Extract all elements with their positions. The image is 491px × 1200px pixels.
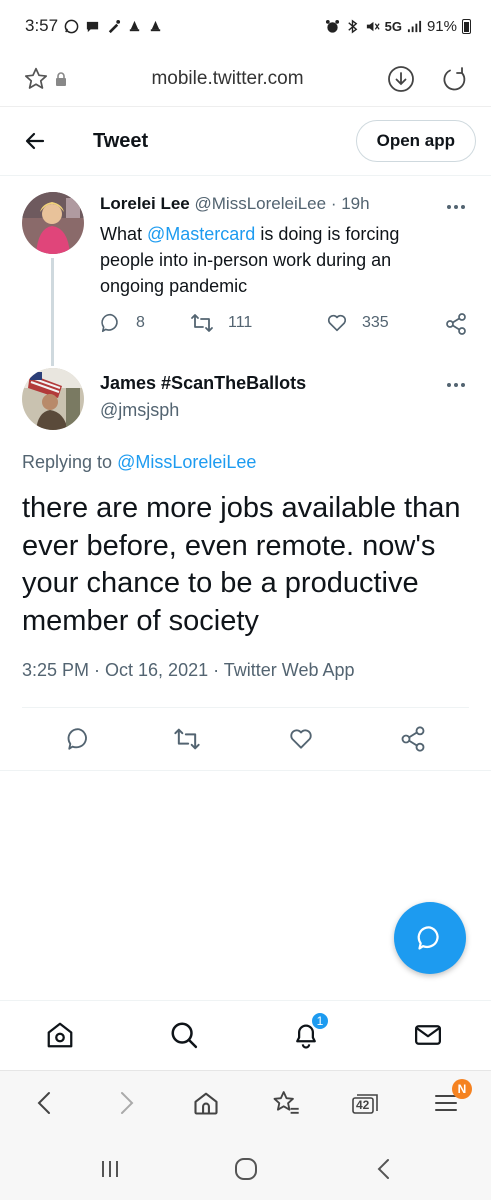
page-title: Tweet [93, 129, 149, 152]
parent-tweet-header: Lorelei Lee @MissLoreleiLee · 19h [100, 194, 370, 214]
reply-author-name[interactable]: James #ScanTheBallots [100, 373, 306, 394]
divider [22, 707, 469, 708]
alarm-bell-icon [127, 19, 142, 34]
back-button[interactable] [369, 1154, 399, 1184]
parent-author-name[interactable]: Lorelei Lee [100, 194, 190, 213]
home-icon [194, 1092, 218, 1115]
parent-author-handle[interactable]: @MissLoreleiLee [195, 194, 327, 213]
search-icon [171, 1022, 198, 1049]
browser-forward-button[interactable] [108, 1085, 144, 1121]
replying-to: Replying to @MissLoreleiLee [22, 452, 256, 473]
recent-apps-icon [102, 1161, 118, 1177]
nav-search[interactable] [166, 1017, 202, 1053]
parent-more-icon[interactable] [444, 195, 468, 219]
parent-text-prefix: What [100, 224, 148, 244]
pen-icon [106, 19, 121, 34]
status-bar: 3:57 5G 91% [0, 0, 491, 52]
compose-fab-button[interactable] [394, 902, 466, 974]
browser-address-bar: mobile.twitter.com [0, 52, 491, 106]
reply-author-handle[interactable]: @jmsjsph [100, 400, 179, 421]
avatar-james[interactable] [22, 368, 84, 430]
home-button[interactable] [231, 1154, 261, 1184]
reply-icon [67, 728, 87, 750]
battery-percent: 91% [426, 17, 457, 35]
nav-messages[interactable] [410, 1017, 446, 1053]
chevron-left-icon [37, 1092, 50, 1114]
battery-icon [462, 18, 471, 34]
share-icon [446, 313, 466, 335]
mute-icon [365, 19, 380, 34]
alarm-bell-icon-2 [148, 19, 163, 34]
retweet-icon [191, 314, 213, 332]
chevron-right-icon [121, 1092, 134, 1114]
browser-bottom-bar: 42 N [0, 1070, 491, 1134]
lock-icon [52, 63, 70, 95]
whatsapp-icon [64, 19, 79, 34]
parent-share-button[interactable] [444, 312, 468, 336]
notification-badge: 1 [310, 1011, 330, 1031]
parent-like-button[interactable]: 335 [326, 312, 389, 334]
thread-line [51, 258, 54, 366]
tweet-header: Tweet Open app [0, 106, 491, 176]
signal-icon [407, 19, 422, 34]
recent-apps-button[interactable] [95, 1154, 125, 1184]
share-icon [401, 726, 425, 752]
star-list-icon [273, 1091, 299, 1114]
tweet-timestamp[interactable]: 3:25 PM · Oct 16, 2021 · Twitter Web App [22, 660, 355, 681]
mastercard-mention-link[interactable]: @Mastercard [147, 224, 255, 244]
browser-back-button[interactable] [27, 1085, 63, 1121]
nav-notifications[interactable]: 1 [288, 1011, 330, 1053]
back-arrow-icon[interactable] [15, 121, 55, 161]
heart-icon [290, 729, 312, 749]
reply-button[interactable] [62, 722, 96, 756]
compose-bubble-icon [417, 926, 439, 950]
share-button[interactable] [396, 722, 430, 756]
download-icon[interactable] [385, 63, 417, 95]
url-field[interactable]: mobile.twitter.com [70, 68, 385, 90]
bookmark-star-icon[interactable] [20, 63, 52, 95]
browser-menu-button[interactable]: N [428, 1079, 472, 1121]
bluetooth-icon [345, 18, 360, 34]
retweet-button[interactable] [170, 722, 204, 756]
browser-tabs-button[interactable]: 42 [347, 1085, 383, 1121]
avatar-lorelei[interactable] [22, 192, 84, 254]
parent-reply-button[interactable]: 8 [100, 312, 145, 334]
replying-to-link[interactable]: @MissLoreleiLee [117, 452, 256, 472]
reply-tweet-text: there are more jobs available than ever … [22, 492, 461, 637]
browser-bookmarks-button[interactable] [268, 1085, 304, 1121]
tab-count: 42 [356, 1098, 370, 1112]
parent-reply-count: 8 [136, 314, 145, 331]
browser-home-button[interactable] [188, 1085, 224, 1121]
reply-icon [101, 313, 118, 333]
message-icon [85, 19, 100, 34]
home-circle-icon [235, 1158, 257, 1180]
divider [0, 770, 491, 771]
replying-prefix: Replying to [22, 452, 118, 472]
network-type: 5G [384, 18, 402, 34]
twitter-bottom-nav: 1 [0, 1000, 491, 1070]
open-app-button[interactable]: Open app [355, 120, 476, 162]
status-time: 3:57 [25, 16, 59, 35]
alarm-clock-icon [325, 19, 340, 34]
heart-icon [327, 314, 347, 332]
home-icon [47, 1022, 73, 1048]
retweet-icon [174, 728, 200, 750]
parent-retweet-button[interactable]: 111 [190, 312, 252, 334]
nav-home[interactable] [42, 1017, 78, 1053]
parent-tweet-actions: 8 111 335 [100, 312, 472, 342]
parent-like-count: 335 [362, 314, 389, 331]
parent-retweet-count: 111 [228, 314, 253, 331]
reload-icon[interactable] [439, 63, 471, 95]
mail-icon [415, 1025, 441, 1045]
like-button[interactable] [284, 722, 318, 756]
parent-tweet-text: What @Mastercard is doing is forcing peo… [100, 221, 430, 299]
menu-badge: N [452, 1079, 472, 1099]
reply-tweet-actions [0, 722, 491, 756]
reply-more-icon[interactable] [444, 373, 468, 397]
chevron-left-icon [377, 1159, 389, 1179]
system-nav-bar [0, 1134, 491, 1200]
parent-tweet-time[interactable]: · 19h [331, 194, 370, 213]
